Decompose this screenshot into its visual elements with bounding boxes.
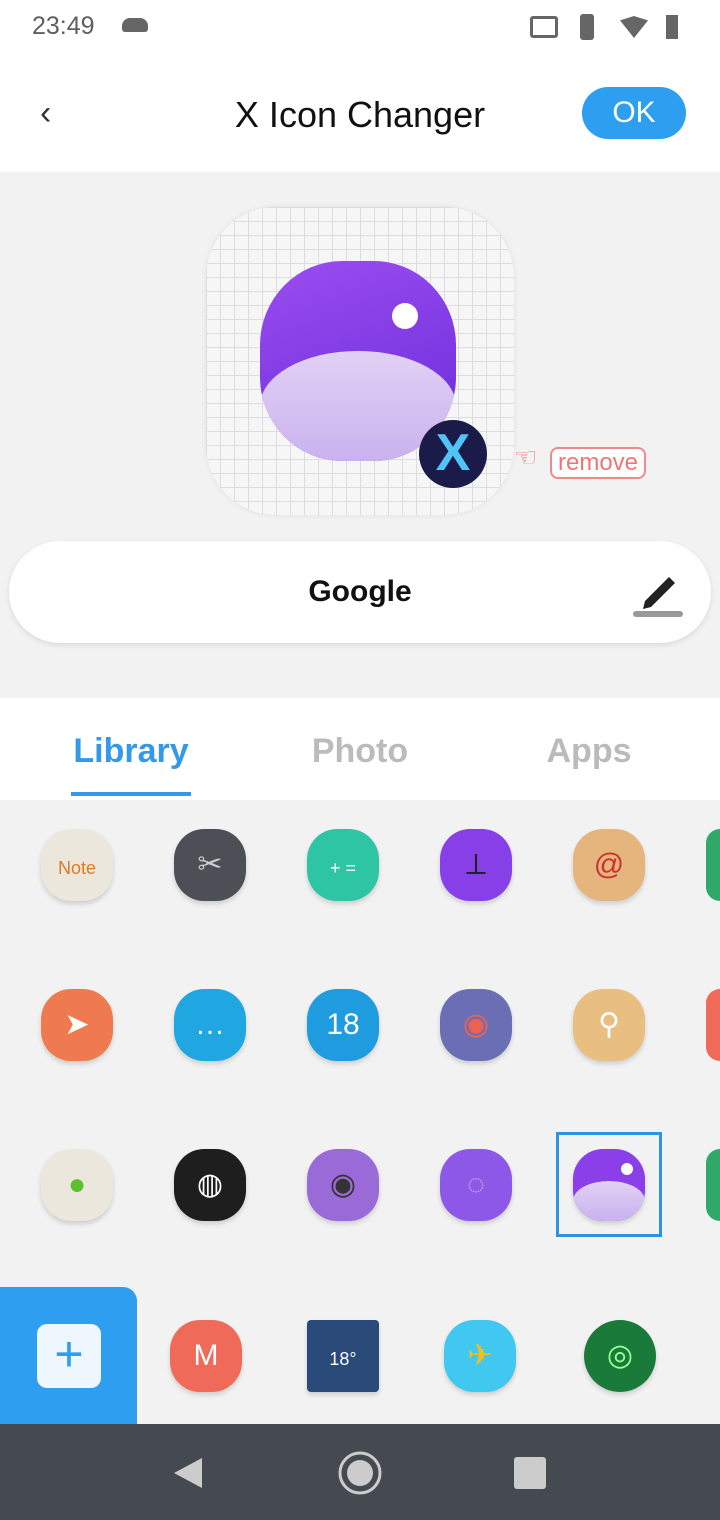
icon-glyph: M [193, 1339, 219, 1372]
calculator-icon[interactable]: + = [307, 829, 379, 901]
pointing-hand-icon: ☜ [514, 442, 538, 472]
partial-icon[interactable] [706, 1149, 720, 1221]
navigation-bar [0, 1424, 720, 1520]
vibrate-icon [580, 14, 594, 40]
status-time: 23:49 [32, 12, 95, 40]
remove-button[interactable]: remove [550, 447, 647, 479]
icon-glyph: ✈ [467, 1339, 493, 1372]
add-icon-panel: + [0, 1287, 137, 1424]
icon-glyph: ⚲ [598, 1008, 620, 1041]
note-icon[interactable]: Note [41, 829, 113, 901]
icon-glyph: ◎ [606, 1339, 634, 1372]
tab-apps[interactable]: Apps [469, 732, 709, 771]
photo-camera-icon[interactable]: ◎ [584, 1320, 656, 1392]
icon-glyph: 18° [329, 1349, 357, 1369]
email-icon[interactable]: @ [573, 829, 645, 901]
chat-icon[interactable]: ◌ [440, 1149, 512, 1221]
app-header: ‹ X Icon Changer OK [0, 56, 720, 172]
android-icon[interactable]: ● [41, 1149, 113, 1221]
cloud-icon [122, 18, 148, 32]
tab-library[interactable]: Library [11, 732, 251, 771]
icon-glyph: ➤ [64, 1008, 90, 1041]
status-bar: 23:49 [0, 0, 720, 56]
partial-icon[interactable] [706, 989, 720, 1061]
send-icon[interactable]: ➤ [41, 989, 113, 1061]
clock-icon[interactable]: ⟂ [440, 829, 512, 901]
icon-name-field[interactable]: Google [9, 541, 711, 643]
recents-nav-icon[interactable] [514, 1457, 546, 1489]
icon-glyph: ⟂ [465, 848, 486, 881]
icon-name-value: Google [308, 575, 412, 608]
back-nav-icon[interactable] [172, 1456, 204, 1490]
icon-glyph: ● [67, 1168, 87, 1201]
tab-photo[interactable]: Photo [240, 732, 480, 771]
wifi-icon [620, 16, 648, 38]
tab-bar: Library Photo Apps [0, 698, 720, 800]
home-nav-icon[interactable] [337, 1450, 383, 1496]
messages-icon[interactable]: … [174, 989, 246, 1061]
icon-glyph: + = [329, 858, 357, 878]
video-editor-icon[interactable]: ✂ [174, 829, 246, 901]
x-badge-icon: X [419, 420, 487, 488]
battery-icon [666, 15, 678, 39]
music-icon[interactable]: M [170, 1320, 242, 1392]
cast-icon [530, 16, 558, 38]
active-tab-indicator [71, 792, 191, 796]
icon-glyph: Note [57, 858, 97, 878]
icon-glyph: ◉ [329, 1168, 357, 1201]
icon-glyph: ✂ [197, 848, 223, 881]
browser-icon[interactable]: ◍ [174, 1149, 246, 1221]
compass-icon[interactable]: ◉ [440, 989, 512, 1061]
partial-icon[interactable] [706, 829, 720, 901]
camera-icon[interactable]: ◉ [307, 1149, 379, 1221]
icon-glyph: ◉ [462, 1008, 490, 1041]
files-icon[interactable]: ⚲ [573, 989, 645, 1061]
add-button[interactable]: + [37, 1324, 101, 1388]
selected-icon-highlight [556, 1132, 662, 1237]
icon-glyph: … [195, 1008, 225, 1041]
ok-button[interactable]: OK [582, 87, 686, 139]
edit-pencil-icon[interactable] [633, 565, 683, 617]
icon-glyph: ◌ [467, 1168, 485, 1201]
weather-icon[interactable]: 18° [307, 1320, 379, 1392]
icon-glyph: ◍ [196, 1168, 224, 1201]
icon-glyph: 18 [326, 1008, 360, 1041]
game-icon[interactable]: ✈ [444, 1320, 516, 1392]
calendar-icon[interactable]: 18 [307, 989, 379, 1061]
icon-glyph: @ [593, 848, 625, 881]
